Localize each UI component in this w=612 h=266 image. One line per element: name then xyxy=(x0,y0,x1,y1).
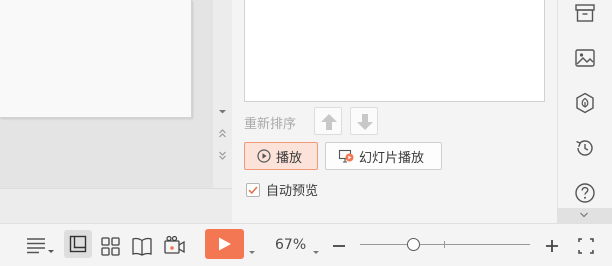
zoom-slider-center-tick xyxy=(444,241,445,248)
move-up-button[interactable] xyxy=(314,107,342,135)
zoom-level[interactable]: 67% xyxy=(275,237,306,253)
image-icon[interactable] xyxy=(573,46,597,70)
help-icon[interactable] xyxy=(573,181,597,205)
slide-canvas xyxy=(0,0,213,188)
shield-leaf-icon[interactable] xyxy=(573,91,597,115)
animation-list[interactable] xyxy=(244,0,545,102)
move-down-button[interactable] xyxy=(350,107,378,135)
play-icon xyxy=(219,237,231,251)
arrow-down-icon xyxy=(357,114,373,130)
slideshow-icon xyxy=(338,149,354,163)
normal-view-button[interactable] xyxy=(64,230,92,258)
play-circle-icon xyxy=(257,149,271,163)
play-button[interactable]: 播放 xyxy=(244,142,318,170)
canvas-horizontal-scroll-area xyxy=(0,188,232,223)
slideshow-label: 幻灯片播放 xyxy=(359,150,425,166)
rail-scroll-down-button[interactable] xyxy=(557,208,612,223)
zoom-slider-track[interactable] xyxy=(360,244,530,245)
reading-view-icon[interactable] xyxy=(131,234,153,258)
right-sidebar-rail xyxy=(557,0,612,223)
checkmark-icon xyxy=(248,185,258,194)
start-slideshow-button[interactable] xyxy=(205,229,244,259)
zoom-out-icon[interactable] xyxy=(331,234,347,258)
slide-sorter-view-icon[interactable] xyxy=(100,234,122,258)
status-bar: 67% xyxy=(0,223,612,266)
slideshow-button[interactable]: 幻灯片播放 xyxy=(325,142,442,170)
animation-pane: 重新排序 播放 幻灯片播放 自动预览 xyxy=(232,0,557,223)
fit-window-icon[interactable] xyxy=(576,234,596,258)
reorder-label: 重新排序 xyxy=(244,117,297,132)
slideshow-options-chevron-icon[interactable] xyxy=(247,241,257,265)
slide-thumbnail[interactable] xyxy=(0,0,192,118)
zoom-slider-thumb[interactable] xyxy=(407,238,420,251)
auto-preview-checkbox[interactable] xyxy=(246,182,260,197)
zoom-options-chevron-icon[interactable] xyxy=(311,241,321,265)
auto-preview-toggle[interactable]: 自动预览 xyxy=(246,180,318,199)
auto-preview-label: 自动预览 xyxy=(266,184,319,199)
normal-view-icon xyxy=(69,235,87,253)
record-view-icon[interactable] xyxy=(163,234,187,258)
scroll-down-small-icon[interactable] xyxy=(217,106,228,117)
canvas-vertical-scrollbar[interactable] xyxy=(213,0,232,188)
arrow-up-icon xyxy=(321,114,337,130)
chevron-down-icon xyxy=(580,212,588,218)
archive-icon[interactable] xyxy=(573,1,597,25)
previous-slide-icon[interactable] xyxy=(217,128,228,139)
zoom-in-icon[interactable] xyxy=(544,234,560,258)
notes-menu-icon[interactable] xyxy=(24,234,58,258)
play-label: 播放 xyxy=(276,150,303,166)
history-icon[interactable] xyxy=(573,136,597,160)
next-slide-icon[interactable] xyxy=(217,150,228,161)
